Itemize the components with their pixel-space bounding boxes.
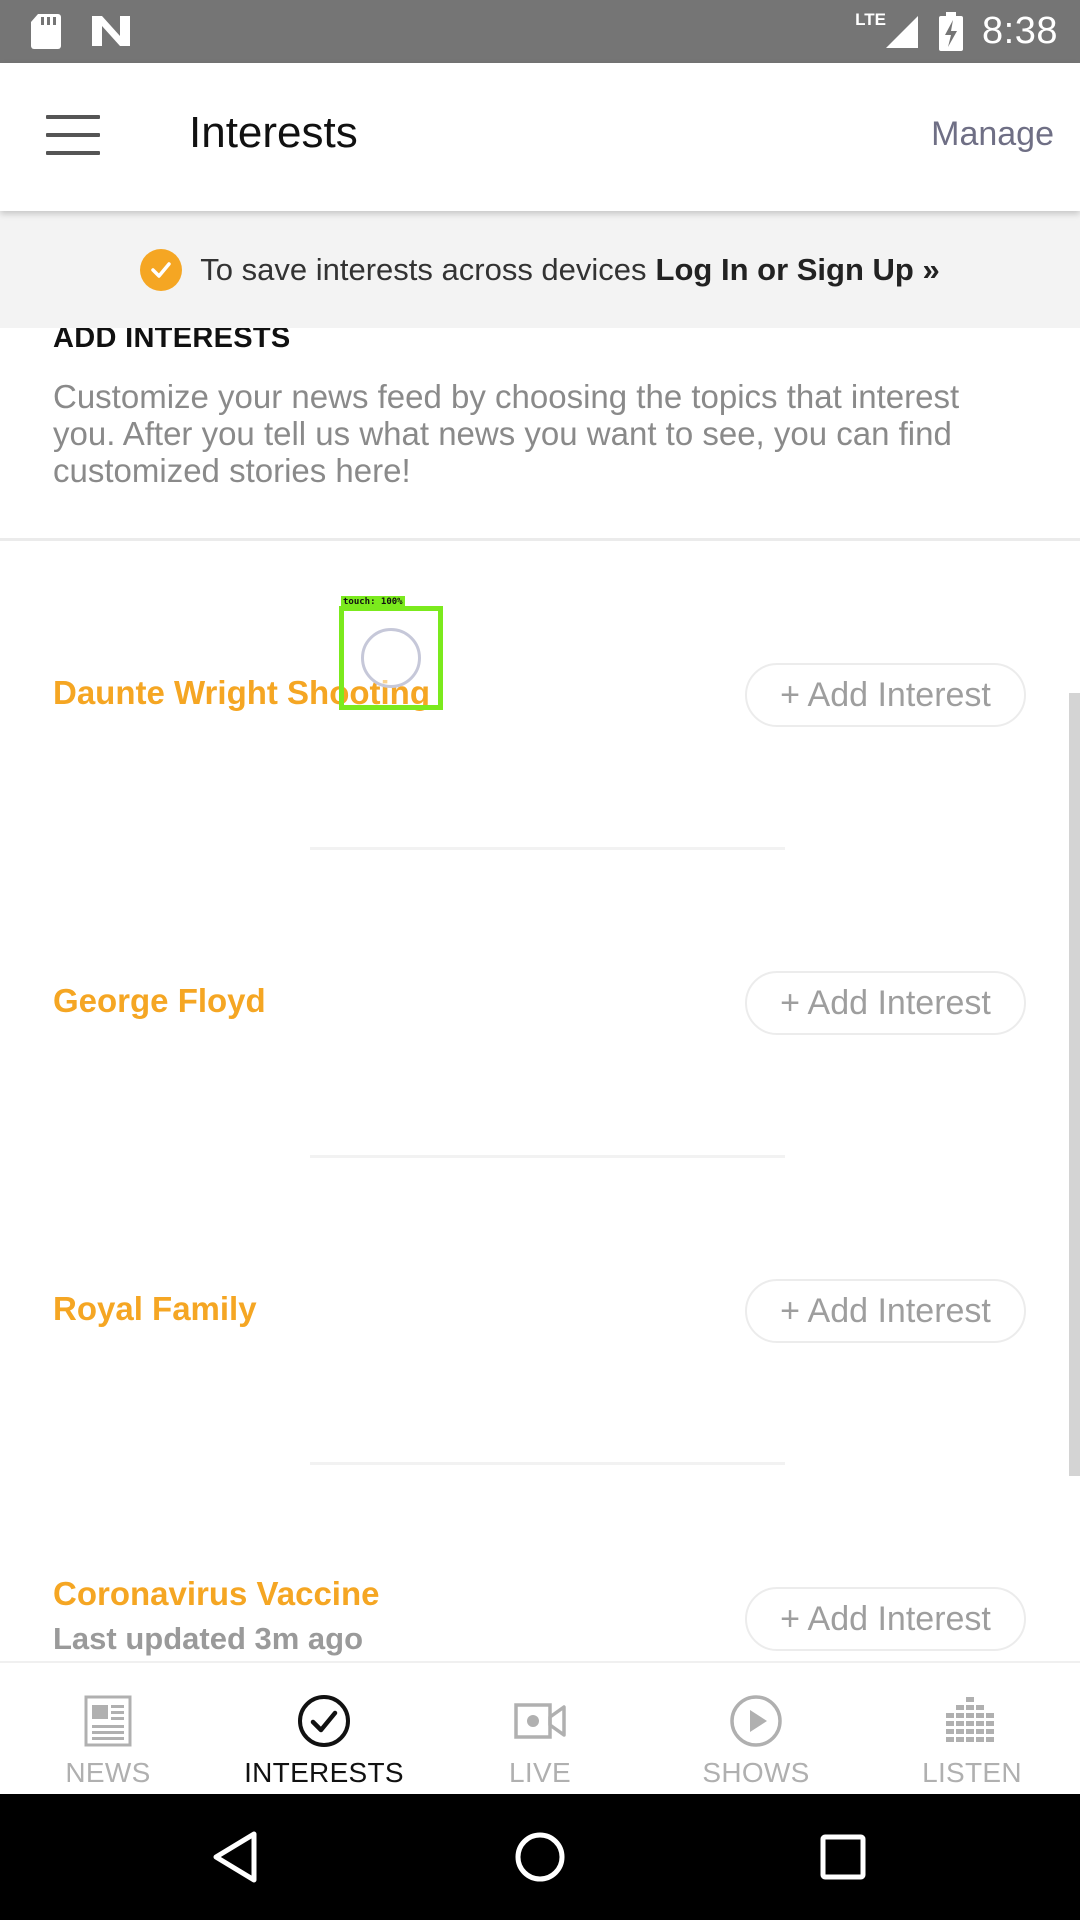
sd-card-icon bbox=[31, 14, 61, 49]
newspaper-icon bbox=[84, 1695, 132, 1747]
recents-icon[interactable] bbox=[808, 1822, 878, 1892]
nav-item-shows[interactable]: SHOWS bbox=[648, 1663, 864, 1794]
status-left bbox=[30, 12, 132, 50]
add-interest-button[interactable]: + Add Interest bbox=[745, 1279, 1026, 1343]
nav-label: SHOWS bbox=[702, 1757, 810, 1788]
nav-item-interests[interactable]: INTERESTS bbox=[216, 1663, 432, 1794]
menu-icon[interactable] bbox=[46, 115, 100, 155]
nav-label: LISTEN bbox=[922, 1757, 1022, 1788]
nav-label: NEWS bbox=[65, 1757, 151, 1788]
nav-label: LIVE bbox=[509, 1757, 571, 1788]
touch-label: touch: 100% bbox=[341, 596, 405, 609]
nav-item-listen[interactable]: LISTEN bbox=[864, 1663, 1080, 1794]
signal-icon bbox=[886, 15, 919, 48]
clock: 8:38 bbox=[982, 10, 1058, 52]
bottom-nav: NEWS INTERESTS LIVE SHOWS LISTEN bbox=[0, 1661, 1080, 1794]
divider bbox=[310, 1462, 785, 1465]
battery-charging-icon bbox=[939, 11, 964, 51]
scrollbar[interactable] bbox=[1069, 693, 1080, 1476]
system-nav-bar bbox=[0, 1794, 1080, 1920]
topic-label[interactable]: George Floyd bbox=[53, 982, 266, 1020]
add-interests-description: Customize your news feed by choosing the… bbox=[53, 378, 960, 489]
divider bbox=[0, 538, 1080, 541]
divider bbox=[310, 1155, 785, 1158]
video-camera-icon bbox=[514, 1703, 566, 1739]
add-interest-button[interactable]: + Add Interest bbox=[745, 1587, 1026, 1651]
nav-label: INTERESTS bbox=[244, 1757, 404, 1788]
divider bbox=[310, 847, 785, 850]
page-title: Interests bbox=[189, 108, 358, 157]
login-banner: To save interests across devices Log In … bbox=[0, 211, 1080, 328]
add-interest-button[interactable]: + Add Interest bbox=[745, 663, 1026, 727]
n-notification-icon bbox=[92, 16, 130, 46]
home-icon[interactable] bbox=[505, 1822, 575, 1892]
add-interest-button[interactable]: + Add Interest bbox=[745, 971, 1026, 1035]
topic-updated-time: Last updated 3m ago bbox=[53, 1621, 364, 1656]
check-circle-icon bbox=[298, 1695, 350, 1747]
nav-item-live[interactable]: LIVE bbox=[432, 1663, 648, 1794]
nav-item-news[interactable]: NEWS bbox=[0, 1663, 216, 1794]
login-signup-link[interactable]: Log In or Sign Up » bbox=[656, 252, 940, 288]
equalizer-icon bbox=[946, 1697, 994, 1742]
status-bar: LTE 8:38 bbox=[0, 0, 1080, 63]
check-icon bbox=[140, 248, 183, 291]
network-type: LTE bbox=[855, 9, 887, 29]
play-circle-icon bbox=[730, 1695, 782, 1747]
manage-button[interactable]: Manage bbox=[931, 115, 1054, 154]
topic-label[interactable]: Coronavirus Vaccine bbox=[53, 1575, 379, 1613]
banner-text: To save interests across devices bbox=[200, 251, 647, 287]
app-bar: Interests Manage bbox=[0, 63, 1080, 211]
topic-label[interactable]: Royal Family bbox=[53, 1290, 257, 1328]
status-right: LTE 8:38 bbox=[855, 0, 1058, 63]
back-icon[interactable] bbox=[202, 1822, 272, 1892]
touch-box bbox=[339, 606, 443, 710]
